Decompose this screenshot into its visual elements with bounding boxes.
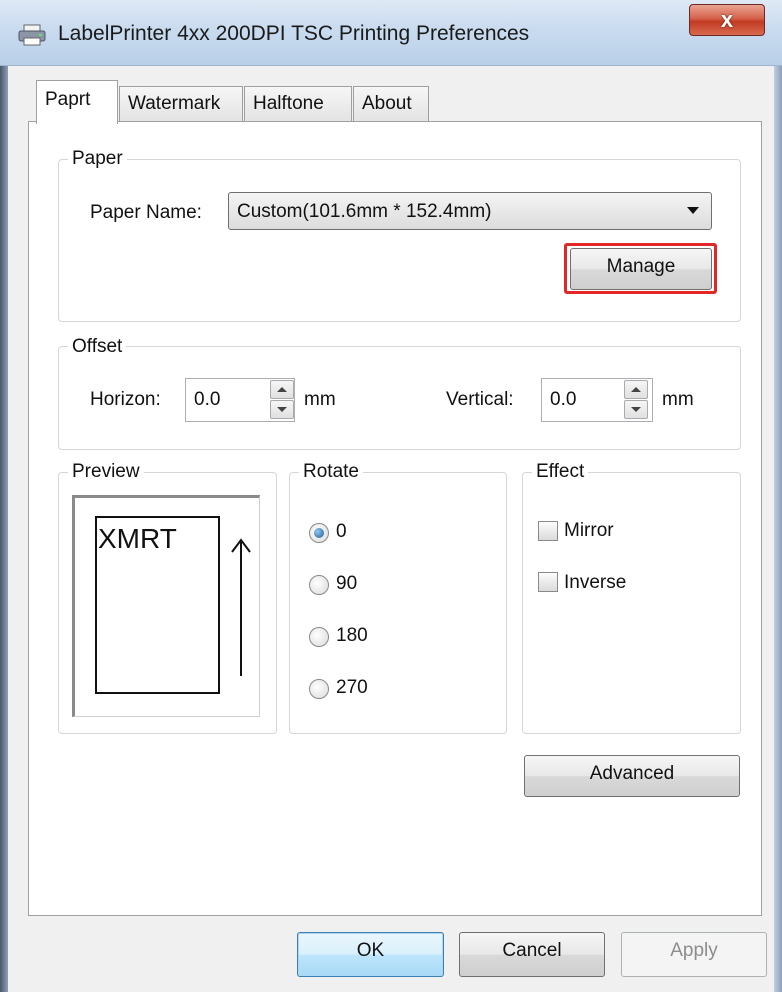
mirror-checkbox[interactable] xyxy=(538,521,558,541)
ok-button[interactable]: OK xyxy=(297,932,444,977)
horizon-unit: mm xyxy=(304,389,336,410)
vertical-spinner[interactable] xyxy=(624,380,648,420)
horizon-value: 0.0 xyxy=(194,389,221,410)
spin-up-icon[interactable] xyxy=(270,380,294,399)
spin-down-icon[interactable] xyxy=(270,400,294,419)
paper-group-label: Paper xyxy=(68,148,127,170)
effect-group-label: Effect xyxy=(532,461,589,483)
cancel-button[interactable]: Cancel xyxy=(459,932,605,977)
tab-halftone[interactable]: Halftone xyxy=(244,86,352,122)
close-button[interactable]: x xyxy=(689,4,765,36)
rotate-90-label[interactable]: 90 xyxy=(336,573,357,595)
rotate-90-radio[interactable] xyxy=(309,575,329,595)
spin-up-icon[interactable] xyxy=(624,380,648,399)
paper-group xyxy=(58,159,741,322)
rotate-180-label[interactable]: 180 xyxy=(336,625,368,647)
tab-watermark[interactable]: Watermark xyxy=(119,86,243,122)
mirror-label[interactable]: Mirror xyxy=(564,520,614,542)
tab-paprt[interactable]: Paprt xyxy=(36,80,118,124)
paper-name-value: Custom(101.6mm * 152.4mm) xyxy=(237,201,492,222)
window-frame-right xyxy=(774,66,782,992)
rotate-270-label[interactable]: 270 xyxy=(336,677,368,699)
rotate-180-radio[interactable] xyxy=(309,627,329,647)
title-bar: LabelPrinter 4xx 200DPI TSC Printing Pre… xyxy=(0,0,782,66)
preview-sample-text: XMRT xyxy=(98,523,177,554)
rotate-270-radio[interactable] xyxy=(309,679,329,699)
up-arrow-icon xyxy=(231,538,251,676)
vertical-label: Vertical: xyxy=(446,389,514,410)
paper-name-label: Paper Name: xyxy=(90,202,202,223)
manage-highlight-box xyxy=(564,243,717,294)
close-icon: x xyxy=(720,7,734,32)
advanced-button-label: Advanced xyxy=(589,763,675,784)
vertical-value: 0.0 xyxy=(550,389,577,410)
window-title: LabelPrinter 4xx 200DPI TSC Printing Pre… xyxy=(58,22,530,45)
vertical-unit: mm xyxy=(662,389,694,410)
inverse-label[interactable]: Inverse xyxy=(564,572,626,594)
inverse-checkbox[interactable] xyxy=(538,572,558,592)
paper-name-select[interactable]: Custom(101.6mm * 152.4mm) xyxy=(228,192,712,230)
rotate-0-radio[interactable] xyxy=(309,523,329,543)
advanced-button[interactable]: Advanced xyxy=(524,755,740,797)
horizon-spinner[interactable] xyxy=(270,380,294,420)
offset-group-label: Offset xyxy=(68,336,127,358)
dropdown-arrow-icon xyxy=(687,207,699,214)
preview-group-label: Preview xyxy=(68,461,144,483)
apply-button-label: Apply xyxy=(670,940,718,961)
rotate-0-label[interactable]: 0 xyxy=(336,521,347,543)
apply-button[interactable]: Apply xyxy=(621,932,767,977)
printer-icon xyxy=(18,24,46,46)
window-frame-left xyxy=(0,66,8,992)
tab-about[interactable]: About xyxy=(353,86,429,122)
horizon-label: Horizon: xyxy=(90,389,161,410)
effect-group xyxy=(522,472,741,734)
ok-button-label: OK xyxy=(356,940,385,961)
rotate-group-label: Rotate xyxy=(299,461,363,483)
spin-down-icon[interactable] xyxy=(624,400,648,419)
cancel-button-label: Cancel xyxy=(502,940,562,961)
